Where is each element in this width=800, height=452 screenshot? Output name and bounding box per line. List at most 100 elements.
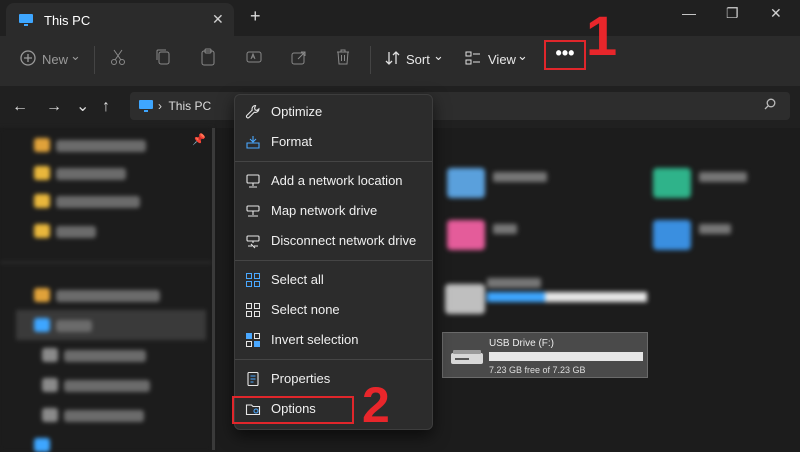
new-icon (20, 50, 36, 69)
sort-caret[interactable]: ⌄ (433, 48, 444, 64)
menu-item-invert-selection[interactable]: Invert selection (235, 326, 432, 354)
menu-item-add-network-location[interactable]: Add a network location (235, 167, 432, 195)
pin-icon[interactable]: 📌 (192, 133, 206, 146)
menu-item-label: Select all (271, 272, 324, 287)
menu-item-format[interactable]: Format (235, 128, 432, 156)
nav-item-blurred[interactable] (64, 380, 150, 392)
this-pc-icon (34, 318, 50, 332)
properties-icon (245, 371, 261, 387)
rename-icon[interactable] (245, 48, 263, 69)
nav-item-blurred[interactable] (56, 168, 126, 180)
menu-item-label: Map network drive (271, 203, 378, 218)
folder-tile-downloads[interactable] (653, 168, 691, 198)
view-caret[interactable]: ⌄ (517, 48, 528, 64)
this-pc-icon (138, 99, 154, 118)
nav-item-blurred[interactable] (64, 410, 144, 422)
breadcrumb-this-pc[interactable]: This PC (168, 99, 211, 113)
delete-icon[interactable] (335, 48, 351, 69)
tab-title: This PC (44, 13, 91, 28)
share-icon[interactable] (290, 48, 308, 69)
drive-space-bar (489, 352, 643, 361)
sort-button[interactable]: Sort (406, 52, 430, 67)
up-arrow-icon[interactable]: ↑ (102, 98, 110, 116)
step-2-annotation: 2 (362, 377, 390, 433)
cut-icon[interactable] (110, 48, 126, 69)
toolbar-divider (370, 46, 371, 74)
drive-free-space: 7.23 GB free of 7.23 GB (489, 365, 586, 375)
folder-tile-label (699, 224, 731, 234)
drive-tile-local[interactable] (445, 284, 485, 314)
map-network-drive-icon (245, 203, 261, 219)
nav-item-blurred[interactable] (56, 320, 92, 332)
paste-icon[interactable] (200, 48, 216, 69)
folder-icon (34, 194, 50, 208)
menu-item-label: Select none (271, 302, 340, 317)
menu-item-label: Format (271, 134, 313, 149)
toolbar-divider (94, 46, 95, 74)
see-more-menu: Optimize Format Add a network location M… (234, 94, 433, 430)
disconnect-network-drive-icon (245, 233, 261, 249)
nav-item-blurred[interactable] (56, 290, 160, 302)
minimize-button[interactable]: — (682, 5, 696, 21)
new-button[interactable]: New (42, 52, 68, 67)
folder-icon (34, 138, 50, 152)
nav-item-blurred[interactable] (56, 140, 146, 152)
select-all-icon (245, 272, 261, 288)
drive-tile-label (487, 278, 541, 288)
back-arrow-icon[interactable]: ← (12, 98, 28, 116)
usb-drive-tile[interactable]: USB Drive (F:) 7.23 GB free of 7.23 GB (442, 332, 648, 378)
this-pc-icon (18, 13, 34, 32)
new-tab-button[interactable]: + (250, 6, 261, 27)
view-button[interactable]: View (488, 52, 516, 67)
step-1-annotation: 1 (586, 4, 618, 67)
tab-this-pc[interactable]: This PC ✕ (6, 3, 234, 36)
view-icon (465, 50, 481, 69)
menu-item-select-all[interactable]: Select all (235, 266, 432, 294)
menu-divider (235, 260, 432, 261)
close-window-button[interactable]: ✕ (770, 5, 782, 22)
folder-tile-label (493, 224, 517, 234)
folder-icon (34, 166, 50, 180)
nav-item-blurred[interactable] (64, 350, 146, 362)
see-more-button[interactable]: ••• (544, 40, 586, 70)
copy-icon[interactable] (155, 48, 171, 69)
folder-tile-label (493, 172, 547, 182)
folder-tile-music[interactable] (447, 220, 485, 250)
address-bar[interactable]: › This PC (130, 92, 790, 120)
nav-item-blurred[interactable] (56, 226, 96, 238)
menu-item-disconnect-network-drive[interactable]: Disconnect network drive (235, 227, 432, 255)
drive-usage-fill (487, 292, 545, 302)
folder-tile-label (699, 172, 747, 182)
options-highlight-box (232, 396, 354, 424)
format-icon (245, 134, 261, 150)
menu-item-optimize[interactable]: Optimize (235, 98, 432, 126)
sort-icon (385, 50, 401, 69)
new-dropdown-caret[interactable]: ⌄ (70, 48, 81, 64)
usb-drive-icon (450, 348, 484, 371)
navigation-pane (0, 128, 212, 452)
breadcrumb[interactable]: › This PC (158, 99, 211, 113)
maximize-button[interactable]: ❐ (726, 5, 739, 22)
search-icon[interactable] (764, 98, 776, 113)
folder-icon (34, 288, 50, 302)
folder-tile-desktop[interactable] (447, 168, 485, 198)
command-bar: New ⌄ Sort ⌄ View ⌄ (0, 36, 800, 86)
close-tab-icon[interactable]: ✕ (212, 11, 224, 28)
recent-locations-caret-icon[interactable]: ⌄ (76, 96, 89, 116)
menu-item-properties[interactable]: Properties (235, 365, 432, 393)
menu-item-label: Add a network location (271, 173, 403, 188)
nav-divider (0, 262, 212, 263)
drive-icon (42, 378, 58, 392)
menu-item-label: Optimize (271, 104, 323, 119)
nav-item-blurred[interactable] (56, 196, 140, 208)
network-location-icon (245, 173, 261, 189)
folder-tile-pictures[interactable] (653, 220, 691, 250)
select-none-icon (245, 302, 261, 318)
forward-arrow-icon[interactable]: → (46, 98, 62, 116)
drive-icon (42, 348, 58, 362)
menu-item-map-network-drive[interactable]: Map network drive (235, 197, 432, 225)
drive-icon (42, 408, 58, 422)
title-bar: This PC ✕ + — ❐ ✕ (0, 0, 800, 36)
menu-item-label: Properties (271, 371, 331, 386)
menu-item-select-none[interactable]: Select none (235, 296, 432, 324)
